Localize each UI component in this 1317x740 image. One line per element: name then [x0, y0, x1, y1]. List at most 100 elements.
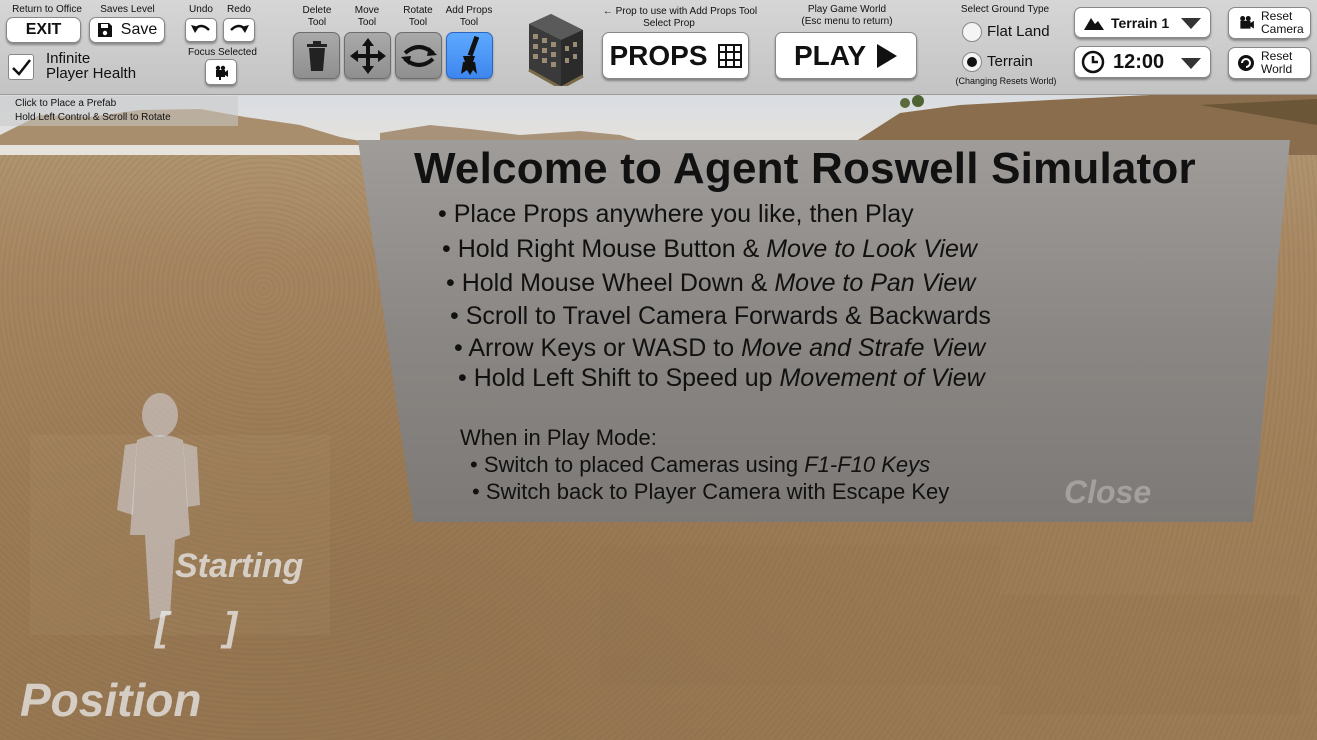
- welcome-panel: Welcome to Agent Roswell Simulator • Pla…: [358, 140, 1290, 522]
- focus-selected-button[interactable]: [205, 59, 237, 85]
- editor-toolbar: Return to Office EXIT Saves Level Save I…: [0, 0, 1317, 95]
- redo-button[interactable]: [223, 18, 255, 42]
- close-button[interactable]: Close: [1064, 474, 1151, 511]
- save-caption: Saves Level: [100, 4, 155, 15]
- bullet-text: Hold Left Shift to Speed up: [473, 364, 780, 392]
- terrain-dropdown[interactable]: Terrain 1: [1074, 7, 1211, 38]
- time-dropdown-value: 12:00: [1113, 50, 1165, 73]
- move-tool-button[interactable]: [344, 32, 391, 79]
- exit-caption: Return to Office: [12, 4, 82, 15]
- reset-world-label: Reset World: [1261, 50, 1292, 76]
- props-caption: ← Prop to use with Add Props Tool Select…: [600, 6, 760, 30]
- welcome-title: Welcome to Agent Roswell Simulator: [414, 144, 1196, 193]
- start-label-position: Position: [20, 674, 202, 726]
- rotate-icon: [400, 44, 437, 67]
- flat-land-label: Flat Land: [987, 23, 1050, 40]
- bullet-text: Switch back to Player Camera with Escape…: [485, 479, 950, 504]
- grid-icon: [717, 43, 742, 68]
- welcome-bullet-4: • Scroll to Travel Camera Forwards & Bac…: [450, 302, 991, 330]
- bullet-text: Hold Right Mouse Button &: [457, 235, 767, 263]
- reset-camera-label: Reset Camera: [1261, 10, 1304, 36]
- delete-tool-caption: Delete Tool: [292, 5, 342, 29]
- clock-icon: [1081, 50, 1105, 74]
- save-label: Save: [120, 21, 158, 38]
- rotate-tool-button[interactable]: [395, 32, 442, 79]
- redo-icon: [230, 24, 249, 33]
- delete-caption-line2: Tool: [307, 17, 327, 28]
- exit-label: EXIT: [25, 21, 62, 38]
- camera-icon: [1240, 16, 1254, 29]
- rotate-tool-caption: Rotate Tool: [394, 5, 442, 29]
- ground-type-caption: Select Ground Type: [960, 4, 1050, 15]
- welcome-bullet-2: • Hold Right Mouse Button & Move to Look…: [442, 235, 977, 263]
- floppy-disk-icon: [97, 23, 112, 37]
- welcome-bullet-3: • Hold Mouse Wheel Down & Move to Pan Vi…: [446, 269, 976, 297]
- bullet-text: Arrow Keys or WASD to: [468, 334, 742, 362]
- rotate-caption-line2: Tool: [408, 17, 428, 28]
- infinite-health-line1: Infinite: [46, 50, 91, 67]
- bullet-italic: F1-F10 Keys: [804, 452, 931, 477]
- welcome-bullet-5: • Arrow Keys or WASD to Move and Strafe …: [454, 334, 986, 362]
- trash-icon: [306, 40, 327, 71]
- reset-world-icon: [1238, 55, 1254, 71]
- play-mode-heading: When in Play Mode:: [460, 425, 657, 450]
- hint-line2: Hold Left Control & Scroll to Rotate: [15, 112, 171, 123]
- bullet-text: Place Props anywhere you like, then Play: [453, 200, 914, 228]
- move-arrows-icon: [349, 37, 386, 74]
- undo-caption: Undo: [189, 4, 213, 15]
- terrain-label: Terrain: [987, 53, 1033, 70]
- time-dropdown[interactable]: 12:00: [1074, 46, 1211, 78]
- infinite-health-checkbox[interactable]: [8, 54, 34, 80]
- welcome-bullet-1: • Place Props anywhere you like, then Pl…: [438, 200, 914, 228]
- reset-camera-line2: Camera: [1261, 22, 1304, 36]
- play-mode-bullet-1: • Switch to placed Cameras using F1-F10 …: [470, 452, 931, 477]
- bullet-italic: Movement of View: [779, 364, 985, 392]
- selected-prop-building-icon[interactable]: [523, 10, 587, 86]
- bullet-text: Switch to placed Cameras using: [483, 452, 805, 477]
- props-button[interactable]: PROPS: [602, 32, 749, 79]
- move-tool-caption: Move Tool: [343, 5, 391, 29]
- add-props-tool-button[interactable]: [446, 32, 493, 79]
- start-label-starting: Starting: [175, 547, 304, 585]
- bullet-italic: Move and Strafe View: [741, 334, 986, 362]
- paint-brush-icon: [460, 35, 479, 75]
- add-props-caption-line2: Tool: [459, 17, 479, 28]
- flat-land-radio[interactable]: [962, 22, 982, 42]
- ground-type-note: (Changing Resets World): [955, 76, 1057, 86]
- bullet-text: Hold Mouse Wheel Down &: [461, 269, 775, 297]
- redo-caption: Redo: [227, 4, 251, 15]
- play-caption-line1: Play Game World: [807, 4, 887, 15]
- chevron-down-icon: [1181, 58, 1201, 69]
- bullet-italic: Move to Pan View: [774, 269, 976, 297]
- add-props-tool-caption: Add Props Tool: [442, 5, 496, 29]
- placement-hint: Click to Place a Prefab Hold Left Contro…: [0, 96, 238, 126]
- chevron-down-icon: [1181, 18, 1201, 29]
- play-button[interactable]: PLAY: [775, 32, 917, 79]
- terrain-radio[interactable]: [962, 52, 982, 72]
- move-caption-line1: Move: [354, 5, 380, 16]
- delete-tool-button[interactable]: [293, 32, 340, 79]
- add-props-caption-line1: Add Props: [445, 5, 493, 16]
- reset-world-button[interactable]: Reset World: [1228, 47, 1311, 79]
- undo-button[interactable]: [185, 18, 217, 42]
- rotate-caption-line1: Rotate: [403, 5, 433, 16]
- delete-caption-line1: Delete: [302, 5, 332, 16]
- play-mode-bullet-2: • Switch back to Player Camera with Esca…: [472, 479, 950, 504]
- infinite-health-line2: Player Health: [46, 65, 137, 82]
- focus-caption: Focus Selected: [188, 47, 257, 58]
- reset-world-line2: World: [1261, 62, 1293, 76]
- props-caption-line1: ← Prop to use with Add Props Tool: [602, 6, 758, 17]
- camera-icon: [215, 65, 228, 80]
- exit-button[interactable]: EXIT: [6, 17, 81, 43]
- terrain-dropdown-value: Terrain 1: [1111, 14, 1170, 31]
- save-button[interactable]: Save: [89, 17, 165, 43]
- infinite-health-label: Infinite Player Health: [46, 51, 136, 81]
- checkmark-icon: [12, 59, 31, 76]
- play-caption-line2: (Esc menu to return): [801, 16, 893, 27]
- props-caption-line2: Select Prop: [643, 18, 695, 29]
- props-label: PROPS: [609, 39, 708, 71]
- play-label: PLAY: [793, 39, 867, 71]
- welcome-bullet-6: • Hold Left Shift to Speed up Movement o…: [458, 364, 985, 392]
- reset-camera-button[interactable]: Reset Camera: [1228, 7, 1311, 39]
- undo-icon: [191, 24, 210, 33]
